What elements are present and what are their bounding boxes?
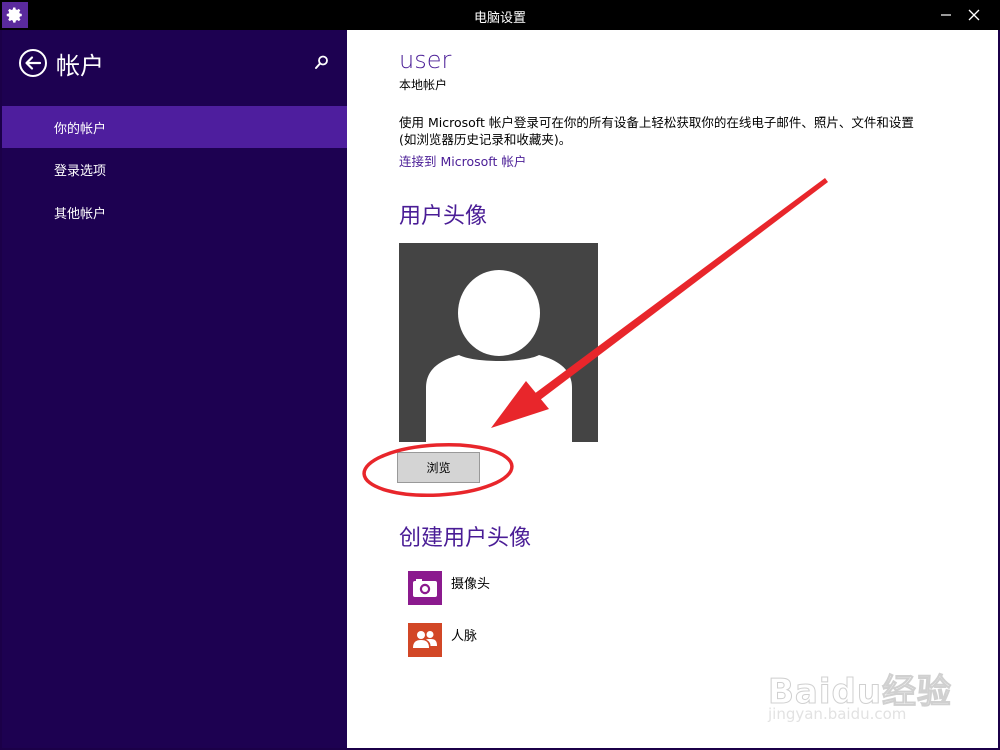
- connect-microsoft-account-link[interactable]: 连接到 Microsoft 帐户: [399, 151, 526, 170]
- sidebar-item-label: 其他帐户: [54, 207, 107, 222]
- camera-option[interactable]: 摄像头: [408, 571, 708, 607]
- close-button[interactable]: [964, 6, 984, 24]
- minimize-button[interactable]: [936, 6, 956, 24]
- microsoft-account-description: 使用 Microsoft 帐户登录可在你的所有设备上轻松获取你的在线电子邮件、照…: [399, 115, 914, 147]
- back-arrow-icon[interactable]: [18, 48, 48, 78]
- camera-label: 摄像头: [451, 577, 491, 592]
- sidebar-item-label: 登录选项: [54, 164, 107, 179]
- camera-icon: [408, 571, 442, 605]
- sidebar-title: 帐户: [56, 52, 104, 80]
- account-type-label: 本地帐户: [399, 78, 448, 92]
- sidebar-item-your-account[interactable]: 你的帐户: [2, 106, 347, 148]
- avatar-section-title: 用户头像: [399, 204, 488, 229]
- search-icon[interactable]: [314, 54, 330, 72]
- sidebar-item-label: 你的帐户: [54, 122, 107, 137]
- people-option[interactable]: 人脉: [408, 623, 708, 659]
- people-label: 人脉: [451, 629, 478, 644]
- baidu-watermark: Baidu经验 jingyan.baidu.com: [762, 640, 962, 730]
- title-bar: 电脑设置: [0, 0, 1000, 30]
- people-icon: [408, 623, 442, 657]
- watermark-url: jingyan.baidu.com: [768, 705, 907, 723]
- browse-button[interactable]: 浏览: [397, 452, 480, 483]
- sidebar-item-sign-in-options[interactable]: 登录选项: [2, 148, 347, 190]
- user-name: user: [399, 46, 452, 74]
- sidebar-item-other-accounts[interactable]: 其他帐户: [2, 191, 347, 233]
- window-title: 电脑设置: [473, 11, 526, 26]
- create-avatar-section-title: 创建用户头像: [399, 526, 532, 551]
- settings-sidebar: 帐户 你的帐户 登录选项 其他帐户: [2, 30, 347, 748]
- avatar: [399, 243, 598, 442]
